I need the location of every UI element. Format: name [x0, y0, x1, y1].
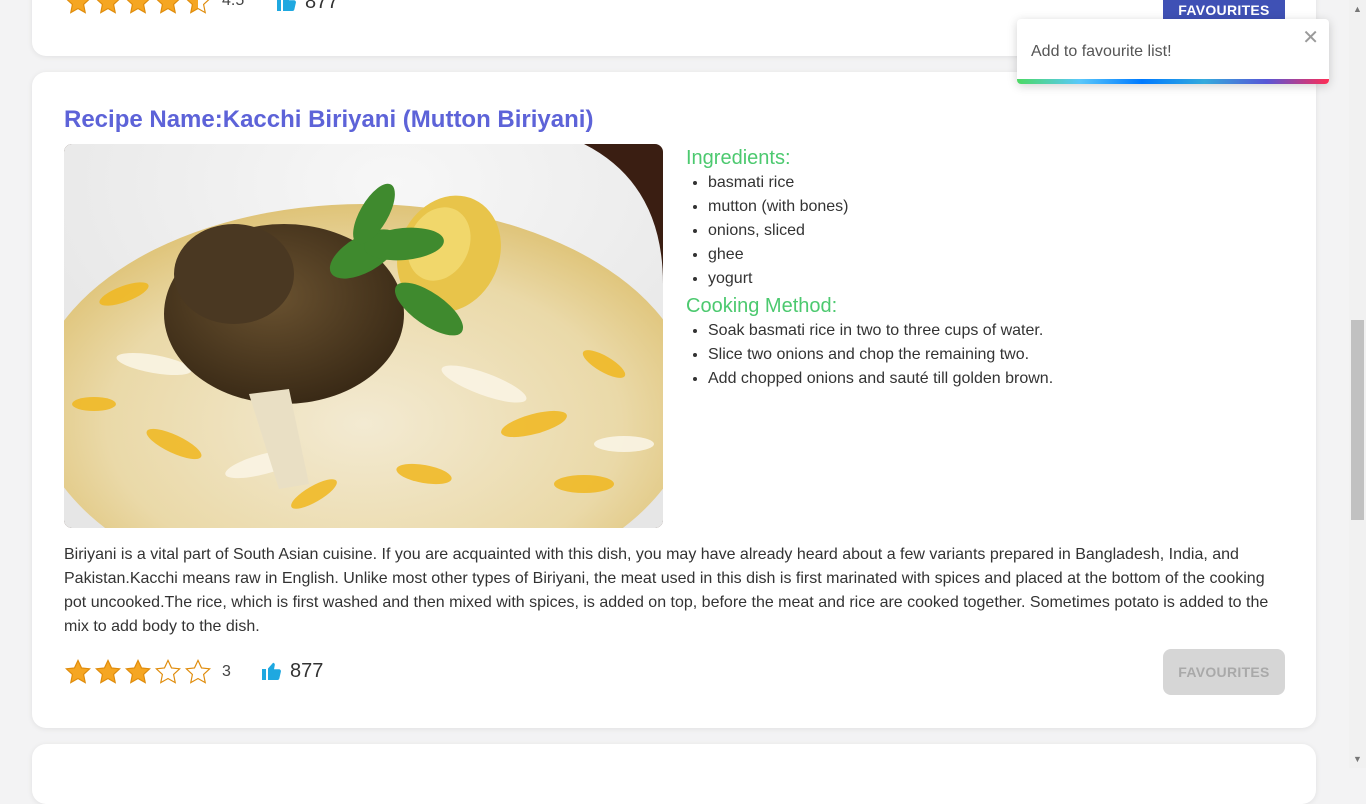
ingredients-list: basmati rice mutton (with bones) onions,… — [686, 171, 849, 291]
recipe-title: Recipe Name:Kacchi Biriyani (Mutton Biri… — [64, 106, 594, 133]
star-icon[interactable] — [124, 0, 152, 16]
scrollbar-thumb[interactable] — [1351, 320, 1364, 520]
star-icon[interactable] — [64, 658, 92, 686]
like-count: 877 — [305, 0, 339, 13]
star-half-icon[interactable] — [184, 0, 212, 16]
scrollbar[interactable]: ▲ ▼ — [1349, 0, 1366, 768]
ingredient-item: mutton (with bones) — [708, 195, 849, 219]
star-icon[interactable] — [94, 0, 122, 16]
ingredient-item: basmati rice — [708, 171, 849, 195]
cooking-method-heading: Cooking Method: — [686, 295, 838, 317]
toast-message: Add to favourite list! — [1031, 43, 1172, 60]
toast-notification: Add to favourite list! ✕ — [1017, 19, 1329, 84]
thumbs-up-icon[interactable] — [275, 0, 299, 14]
star-icon[interactable] — [64, 0, 92, 16]
star-rating[interactable] — [64, 658, 212, 686]
ingredients-heading: Ingredients: — [686, 147, 791, 169]
ingredient-item: ghee — [708, 243, 849, 267]
star-icon[interactable] — [154, 0, 182, 16]
favourites-button[interactable]: FAVOURITES — [1163, 649, 1285, 695]
method-step: Soak basmati rice in two to three cups o… — [708, 319, 1053, 343]
star-outline-icon[interactable] — [184, 658, 212, 686]
recipe-card: Recipe Name:Kacchi Biriyani (Mutton Biri… — [32, 72, 1316, 728]
cooking-method-list: Soak basmati rice in two to three cups o… — [686, 319, 1053, 391]
recipe-description: Biriyani is a vital part of South Asian … — [64, 546, 1269, 635]
scroll-up-arrow-icon[interactable]: ▲ — [1353, 4, 1362, 14]
star-icon[interactable] — [94, 658, 122, 686]
close-icon[interactable]: ✕ — [1302, 25, 1319, 50]
recipe-image — [64, 144, 663, 528]
rating-value: 3 — [222, 663, 231, 680]
thumbs-up-icon[interactable] — [260, 659, 284, 683]
star-outline-icon[interactable] — [154, 658, 182, 686]
star-rating[interactable] — [64, 0, 212, 16]
scroll-down-arrow-icon[interactable]: ▼ — [1353, 754, 1362, 764]
method-step: Slice two onions and chop the remaining … — [708, 343, 1053, 367]
ingredient-item: yogurt — [708, 267, 849, 291]
biriyani-photo — [64, 144, 663, 528]
like-button[interactable]: 877 — [275, 0, 338, 14]
like-count: 877 — [290, 659, 324, 682]
star-icon[interactable] — [124, 658, 152, 686]
toast-progress-bar — [1017, 79, 1329, 84]
rating-value: 4.5 — [222, 0, 245, 9]
ingredient-item: onions, sliced — [708, 219, 849, 243]
next-recipe-card — [32, 744, 1316, 804]
like-button[interactable]: 877 — [260, 659, 323, 683]
method-step: Add chopped onions and sauté till golden… — [708, 367, 1053, 391]
